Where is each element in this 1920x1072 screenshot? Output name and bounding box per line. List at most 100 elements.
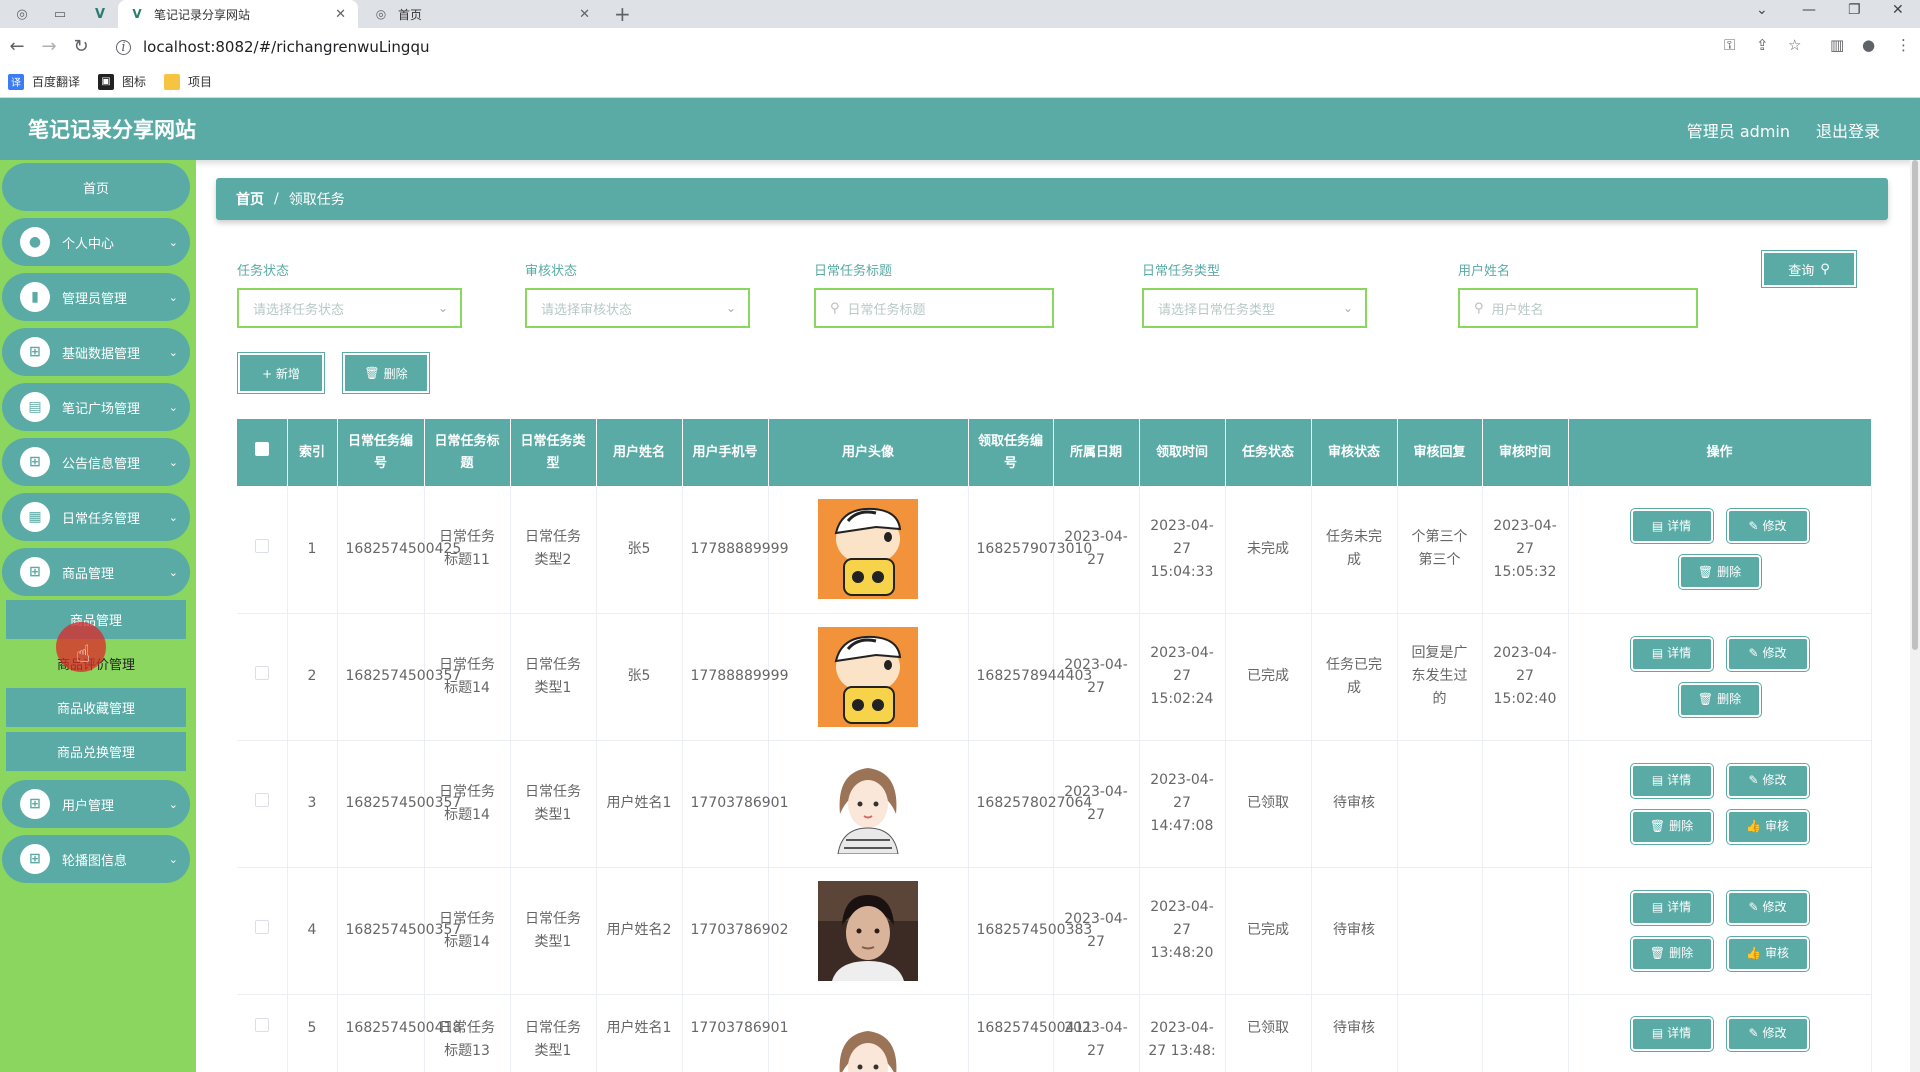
- minimize-icon[interactable]: —: [1802, 2, 1816, 18]
- cell-review-time: [1482, 994, 1569, 1072]
- sidebar-item-note-square[interactable]: ▤ 笔记广场管理 ⌄: [2, 383, 190, 431]
- breadcrumb-home[interactable]: 首页: [236, 189, 264, 209]
- key-icon[interactable]: ⚿: [1724, 36, 1735, 54]
- new-tab-icon[interactable]: +: [614, 2, 631, 26]
- sidebar-item-goods[interactable]: ⊞ 商品管理 ⌄: [2, 548, 190, 596]
- vue-logo-icon[interactable]: V: [90, 4, 110, 24]
- delete-button[interactable]: 🗑 删除: [1629, 808, 1714, 845]
- cell-reply: 个第三个第三个: [1397, 486, 1483, 614]
- edit-button[interactable]: ✎ 修改: [1725, 1015, 1810, 1052]
- column-header: 索引: [287, 419, 338, 486]
- cell-status: 已领取: [1225, 740, 1312, 868]
- detail-button[interactable]: ▤ 详情: [1629, 508, 1714, 545]
- back-icon[interactable]: ←: [6, 36, 28, 57]
- globe-icon[interactable]: ◎: [12, 4, 32, 24]
- delete-button[interactable]: 🗑 删除: [1677, 681, 1762, 718]
- sidebar-item-notice[interactable]: ⊞ 公告信息管理 ⌄: [2, 438, 190, 486]
- delete-button[interactable]: 🗑 删除: [1677, 554, 1762, 591]
- site-info-icon[interactable]: i: [116, 39, 131, 55]
- sidebar-item-carousel[interactable]: ⊞ 轮播图信息 ⌄: [2, 835, 190, 883]
- url-field[interactable]: i localhost:8082/#/richangrenwuLingqu: [104, 32, 1764, 62]
- side-panel-icon[interactable]: ▥: [1830, 36, 1844, 54]
- pencil-icon: ✎: [1748, 518, 1759, 533]
- avatar[interactable]: [818, 880, 918, 981]
- edit-button[interactable]: ✎ 修改: [1725, 635, 1810, 672]
- share-icon[interactable]: ⇪: [1756, 36, 1769, 54]
- row-checkbox[interactable]: [254, 920, 269, 934]
- detail-button[interactable]: ▤ 详情: [1629, 635, 1714, 672]
- detail-button[interactable]: ▤ 详情: [1629, 762, 1714, 799]
- row-select-cell[interactable]: [237, 867, 288, 995]
- edit-button[interactable]: ✎ 修改: [1725, 889, 1810, 926]
- detail-button[interactable]: ▤ 详情: [1629, 1015, 1714, 1052]
- cell-review: 待审核: [1311, 994, 1398, 1072]
- row-checkbox[interactable]: [254, 538, 269, 553]
- pencil-icon: ✎: [1748, 646, 1759, 660]
- scrollbar-thumb[interactable]: [1912, 160, 1918, 650]
- close-tab-icon[interactable]: ✕: [335, 7, 346, 22]
- forward-icon[interactable]: →: [38, 36, 60, 57]
- browser-tab[interactable]: ◎ 首页 ✕: [362, 0, 602, 28]
- row-checkbox[interactable]: [254, 1017, 269, 1032]
- close-window-icon[interactable]: ✕: [1892, 2, 1904, 18]
- row-select-cell[interactable]: [237, 740, 288, 868]
- row-select-cell[interactable]: [237, 994, 288, 1072]
- sidebar-item-users[interactable]: ⊞ 用户管理 ⌄: [2, 780, 190, 828]
- sidebar: 首页 ● 个人中心 ⌄ ▮ 管理员管理 ⌄ ⊞ 基础数据管理 ⌄ ▤ 笔记广场管…: [0, 160, 196, 1072]
- url-text: localhost:8082/#/richangrenwuLingqu: [143, 38, 430, 56]
- sidebar-item-admin[interactable]: ▮ 管理员管理 ⌄: [2, 273, 190, 321]
- edit-button[interactable]: ✎ 修改: [1725, 508, 1810, 545]
- sidebar-item-home[interactable]: 首页: [2, 163, 190, 211]
- menu-icon[interactable]: ⋮: [1896, 36, 1911, 54]
- restore-icon[interactable]: ❐: [1848, 2, 1861, 18]
- edit-button[interactable]: ✎ 修改: [1725, 762, 1810, 799]
- avatar[interactable]: [818, 753, 918, 854]
- add-button[interactable]: + 新增: [237, 352, 325, 394]
- sidebar-item-personal-center[interactable]: ● 个人中心 ⌄: [2, 218, 190, 266]
- sub-item-goods-favorite[interactable]: 商品收藏管理: [6, 688, 186, 728]
- page-scrollbar[interactable]: [1910, 160, 1920, 1072]
- review-status-select[interactable]: 请选择审核状态 ⌄: [525, 288, 750, 328]
- cell-claim-time: 2023-04-27 14:47:08: [1139, 740, 1226, 868]
- avatar[interactable]: [818, 1016, 918, 1072]
- avatar[interactable]: [818, 626, 918, 727]
- batch-delete-button[interactable]: 🗑 删除: [342, 352, 430, 394]
- task-status-select[interactable]: 请选择任务状态 ⌄: [237, 288, 462, 328]
- detail-button[interactable]: ▤ 详情: [1629, 889, 1714, 926]
- delete-button[interactable]: 🗑 删除: [1629, 935, 1714, 972]
- chevron-down-icon: ⌄: [168, 235, 178, 249]
- chevron-down-icon: ⌄: [1342, 301, 1353, 315]
- tab-search-icon[interactable]: ⌄: [1756, 2, 1768, 18]
- task-type-select[interactable]: 请选择日常任务类型 ⌄: [1142, 288, 1367, 328]
- row-select-cell[interactable]: [237, 613, 288, 741]
- query-button[interactable]: 查询 ⚲: [1761, 250, 1857, 288]
- row-checkbox[interactable]: [254, 666, 269, 680]
- cell-idx: 5: [287, 994, 338, 1072]
- browser-tab-active[interactable]: V 笔记记录分享网站 ✕: [118, 0, 358, 28]
- reload-icon[interactable]: ↻: [70, 36, 92, 57]
- task-title-input[interactable]: ⚲ 日常任务标题: [814, 288, 1054, 328]
- user-name-input[interactable]: ⚲ 用户姓名: [1458, 288, 1698, 328]
- blank-tab-icon[interactable]: ▭: [50, 4, 70, 24]
- row-select-cell[interactable]: [237, 486, 288, 614]
- table-row: 2 1682574500357 日常任务标题14 日常任务类型1 张5 177888899…: [237, 613, 1872, 741]
- sidebar-item-base-data[interactable]: ⊞ 基础数据管理 ⌄: [2, 328, 190, 376]
- review-button[interactable]: 👍 审核: [1725, 935, 1810, 972]
- logout-button[interactable]: 退出登录: [1816, 118, 1880, 142]
- chevron-down-icon: ⌄: [168, 852, 178, 866]
- close-tab-icon[interactable]: ✕: [579, 7, 590, 22]
- bookmark-icons[interactable]: ▣ 图标: [98, 73, 146, 90]
- row-actions: ▤ 详情 ✎ 修改 🗑 删除: [1625, 635, 1815, 718]
- bookmark-baidu-translate[interactable]: 译 百度翻译: [8, 73, 80, 90]
- profile-icon[interactable]: ●: [1862, 36, 1875, 54]
- review-button[interactable]: 👍 审核: [1725, 808, 1810, 845]
- row-checkbox[interactable]: [254, 793, 269, 807]
- star-icon[interactable]: ☆: [1788, 36, 1801, 54]
- sidebar-item-daily-task[interactable]: ▦ 日常任务管理 ⌄: [2, 493, 190, 541]
- sub-item-goods-exchange[interactable]: 商品兑换管理: [6, 732, 186, 772]
- bookmark-project[interactable]: 项目: [164, 73, 212, 90]
- select-all-checkbox[interactable]: [254, 441, 269, 456]
- avatar[interactable]: [818, 499, 918, 600]
- chevron-down-icon: ⌄: [168, 400, 178, 414]
- select-all-cell[interactable]: [237, 419, 288, 486]
